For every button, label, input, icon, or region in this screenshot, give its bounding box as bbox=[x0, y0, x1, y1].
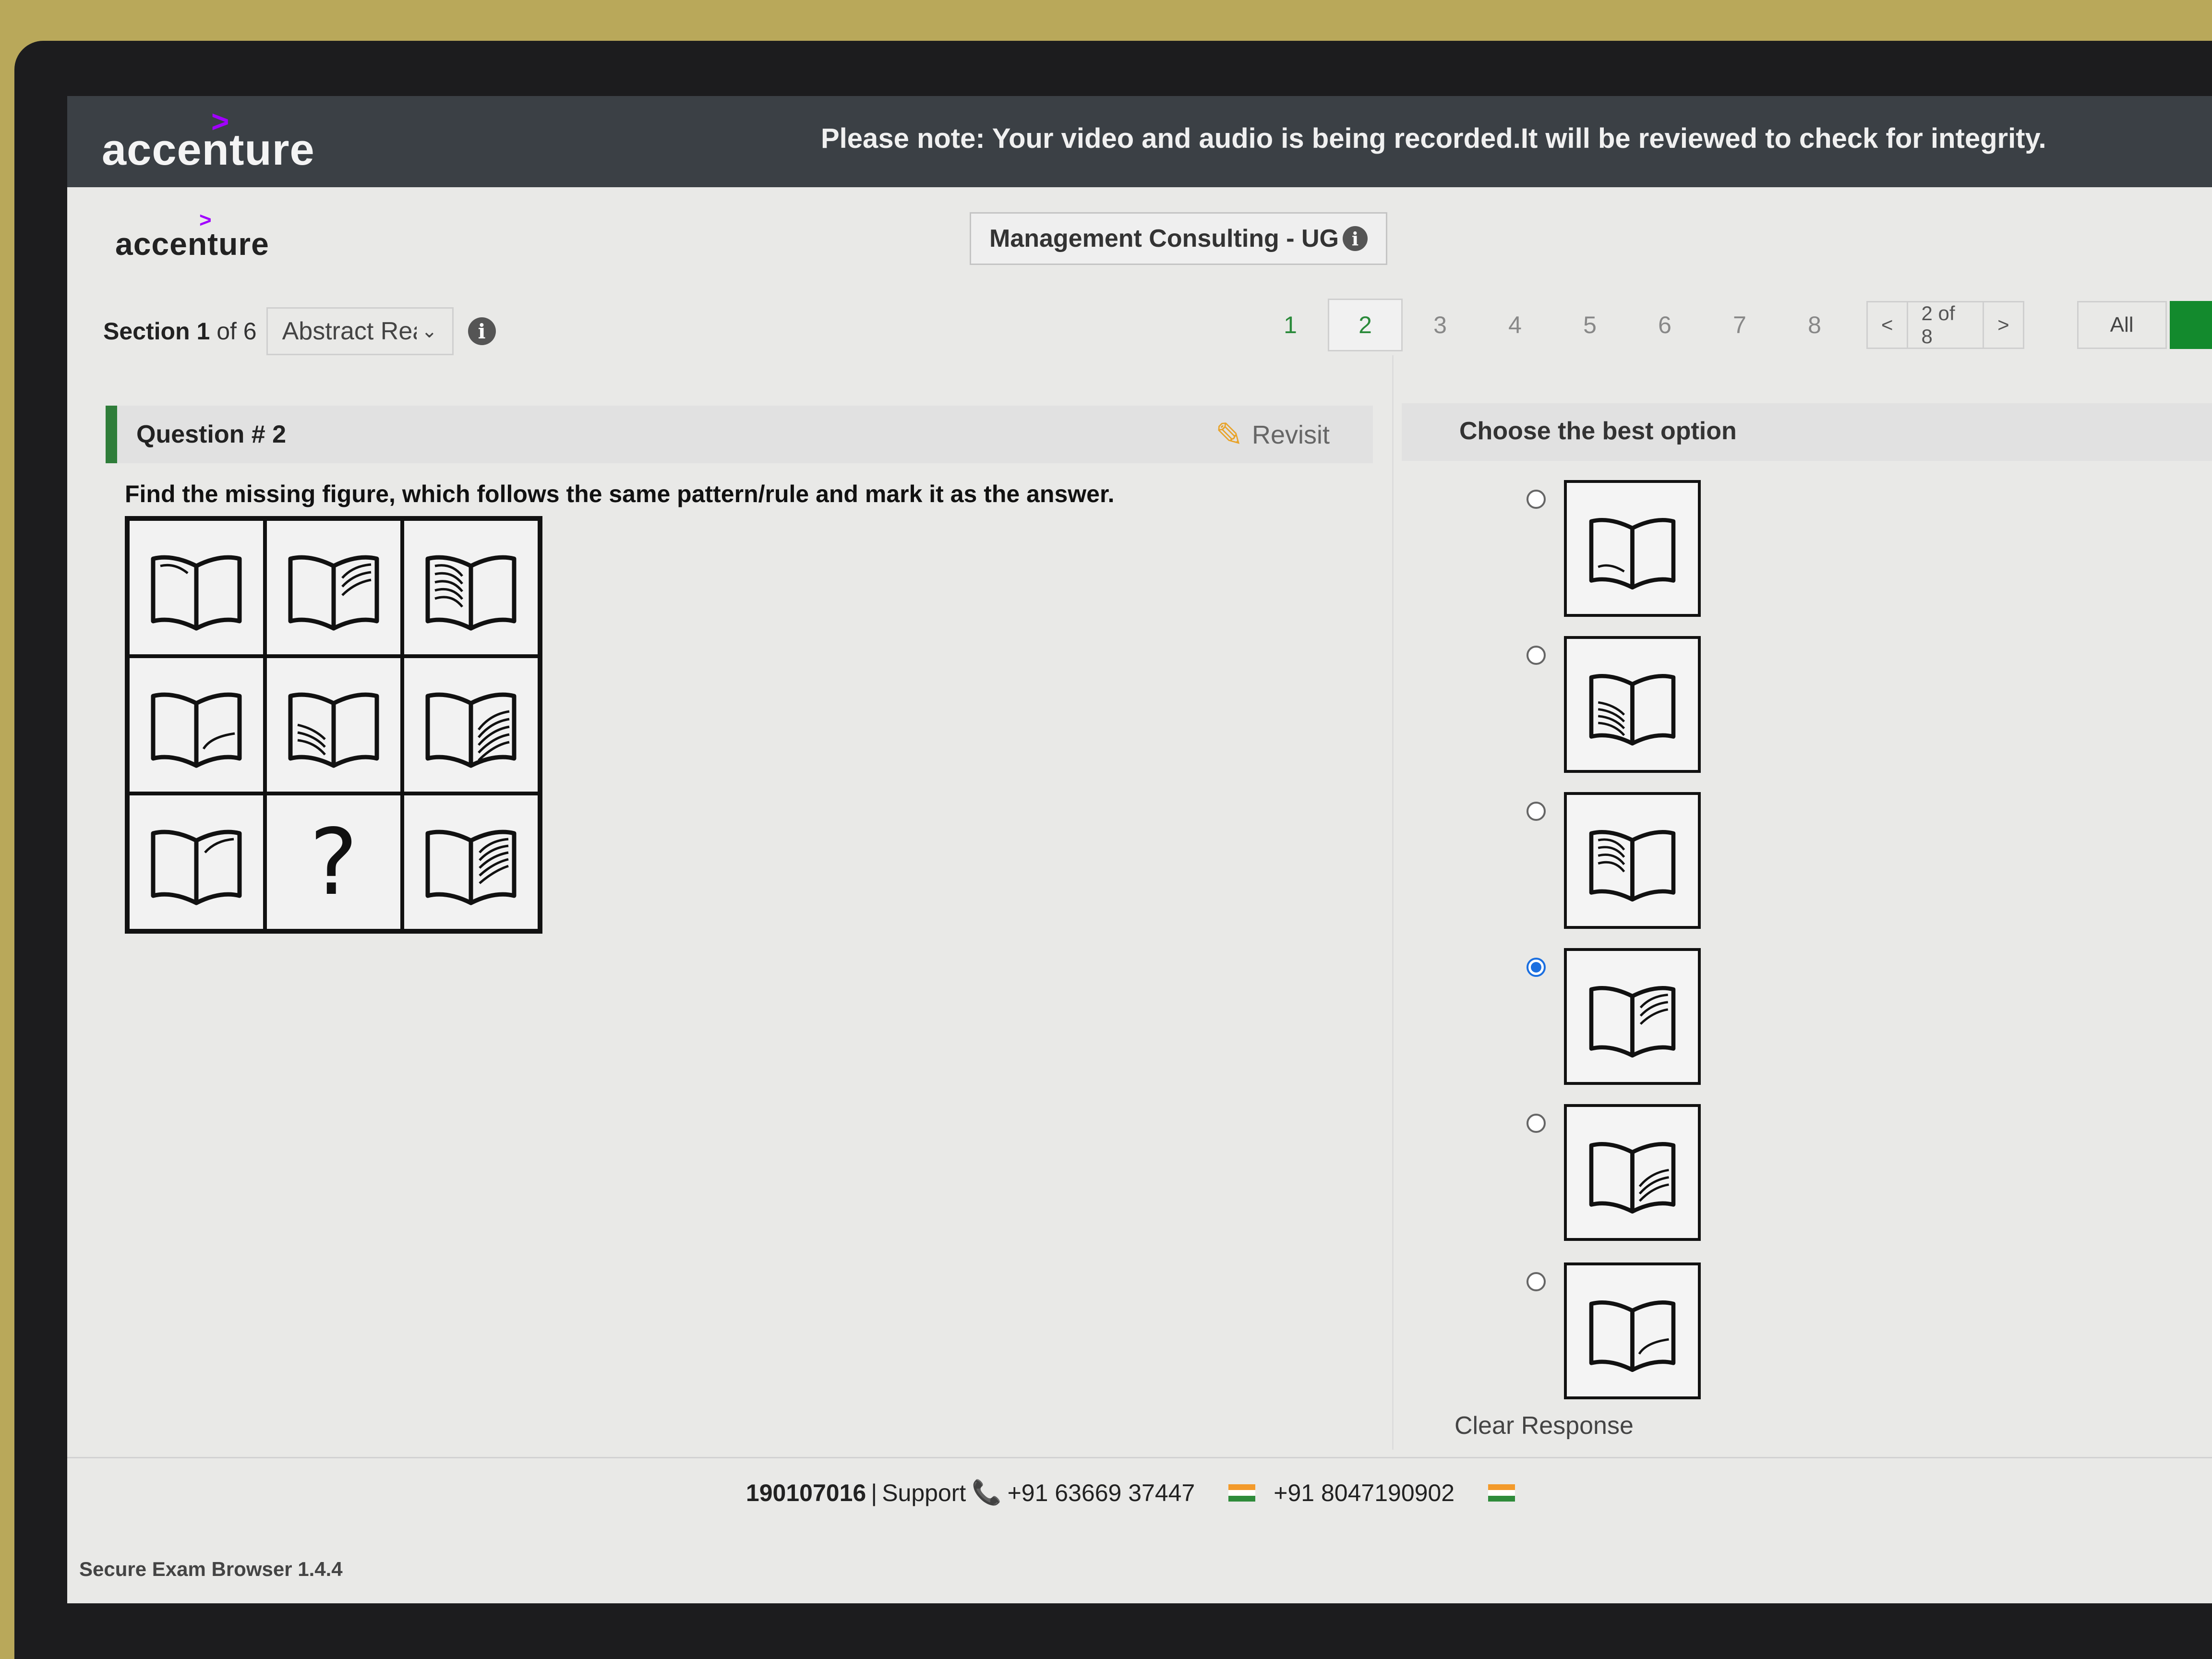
option-5[interactable] bbox=[1527, 1104, 1701, 1241]
exam-title: Management Consulting - UG bbox=[989, 225, 1339, 252]
option-figure[interactable] bbox=[1564, 1104, 1701, 1241]
exam-title-box: Management Consulting - UG i bbox=[970, 212, 1387, 265]
puzzle-cell-4 bbox=[128, 656, 265, 793]
puzzle-cell-missing: ? bbox=[265, 793, 402, 931]
revisit-label: Revisit bbox=[1251, 421, 1330, 449]
india-flag-icon bbox=[1228, 1484, 1256, 1502]
missing-figure-mark: ? bbox=[309, 809, 358, 915]
book-figure bbox=[1581, 503, 1684, 594]
logo-chevron-icon: > bbox=[211, 104, 230, 139]
question-header: Question # 2 ✎ Revisit bbox=[106, 406, 1373, 463]
section-selector-row: Section 1 of 6 Abstract Rea ⌄ i bbox=[103, 305, 496, 358]
support-phone-2: +91 8047190902 bbox=[1274, 1479, 1455, 1506]
option-radio[interactable] bbox=[1527, 646, 1546, 665]
info-icon[interactable]: i bbox=[1343, 226, 1368, 251]
book-figure bbox=[1581, 659, 1684, 750]
question-title: Question # 2 bbox=[136, 421, 287, 448]
revisit-icon: ✎ bbox=[1215, 416, 1243, 454]
question-number-1[interactable]: 1 bbox=[1253, 299, 1328, 351]
option-1[interactable] bbox=[1527, 480, 1701, 617]
book-figure bbox=[1581, 815, 1684, 906]
question-number-7[interactable]: 7 bbox=[1702, 299, 1777, 351]
chevron-down-icon: ⌄ bbox=[421, 321, 438, 342]
book-figure bbox=[1581, 1286, 1684, 1377]
footer-divider bbox=[67, 1457, 2212, 1458]
question-number-2[interactable]: 2 bbox=[1328, 299, 1403, 351]
book-figure bbox=[1581, 971, 1684, 1062]
book-figure bbox=[1581, 1127, 1684, 1218]
question-navigator: 12345678 < 2 of 8 > All bbox=[1253, 299, 2212, 351]
option-figure[interactable] bbox=[1564, 636, 1701, 773]
puzzle-cell-3 bbox=[402, 519, 540, 656]
option-2[interactable] bbox=[1527, 636, 1701, 773]
puzzle-cell-2 bbox=[265, 519, 402, 656]
question-position: 2 of 8 bbox=[1906, 302, 1984, 348]
status-tab[interactable] bbox=[2169, 301, 2212, 349]
clear-response-button[interactable]: Clear Response bbox=[1455, 1411, 1634, 1440]
puzzle-grid: ? bbox=[125, 516, 542, 934]
logo-chevron-icon: > bbox=[199, 208, 212, 232]
book-figure bbox=[141, 814, 252, 910]
puzzle-cell-6 bbox=[402, 656, 540, 793]
recording-banner: accenture > Please note: Your video and a… bbox=[67, 96, 2212, 187]
candidate-id: 190107016 bbox=[745, 1479, 866, 1506]
support-footer: 190107016 | Support 📞 +91 63669 37447 +9… bbox=[67, 1479, 2212, 1507]
options-header: Choose the best option bbox=[1402, 403, 2212, 461]
option-4[interactable] bbox=[1527, 948, 1701, 1085]
book-figure bbox=[141, 540, 252, 636]
book-figure bbox=[416, 814, 526, 910]
question-text: Find the missing figure, which follows t… bbox=[125, 481, 1115, 507]
india-flag-icon bbox=[1488, 1484, 1515, 1502]
section-dropdown-value: Abstract Rea bbox=[282, 317, 417, 345]
option-figure[interactable] bbox=[1564, 1262, 1701, 1399]
section-label: Section 1 of 6 bbox=[103, 318, 257, 345]
accenture-logo: accenture > bbox=[115, 208, 269, 262]
option-figure[interactable] bbox=[1564, 792, 1701, 929]
book-figure bbox=[278, 677, 389, 773]
support-phone-1: +91 63669 37447 bbox=[1007, 1479, 1195, 1506]
prev-question-button[interactable]: < bbox=[1868, 302, 1907, 348]
option-radio[interactable] bbox=[1527, 1114, 1546, 1133]
question-number-8[interactable]: 8 bbox=[1777, 299, 1852, 351]
option-radio-selected[interactable] bbox=[1527, 958, 1546, 977]
next-question-button[interactable]: > bbox=[1984, 302, 2023, 348]
accenture-logo-top: accenture > bbox=[102, 104, 315, 174]
browser-version: Secure Exam Browser 1.4.4 bbox=[79, 1558, 343, 1580]
option-radio[interactable] bbox=[1527, 490, 1546, 509]
option-figure[interactable] bbox=[1564, 480, 1701, 617]
revisit-button[interactable]: ✎ Revisit bbox=[1215, 415, 1330, 455]
book-figure bbox=[278, 540, 389, 636]
all-questions-button[interactable]: All bbox=[2077, 301, 2167, 349]
question-number-3[interactable]: 3 bbox=[1403, 299, 1478, 351]
puzzle-cell-1 bbox=[128, 519, 265, 656]
option-figure[interactable] bbox=[1564, 948, 1701, 1085]
puzzle-cell-5 bbox=[265, 656, 402, 793]
phone-icon: 📞 bbox=[972, 1479, 1002, 1506]
panel-divider bbox=[1392, 355, 1394, 1450]
options-title: Choose the best option bbox=[1459, 417, 1737, 445]
question-number-6[interactable]: 6 bbox=[1627, 299, 1702, 351]
option-radio[interactable] bbox=[1527, 802, 1546, 821]
support-label: Support bbox=[882, 1479, 966, 1506]
option-3[interactable] bbox=[1527, 792, 1701, 929]
section-dropdown[interactable]: Abstract Rea ⌄ bbox=[266, 307, 454, 355]
puzzle-cell-7 bbox=[128, 793, 265, 931]
book-figure bbox=[416, 540, 526, 636]
option-6[interactable] bbox=[1527, 1262, 1701, 1399]
question-number-list: 12345678 bbox=[1253, 299, 1852, 351]
question-number-5[interactable]: 5 bbox=[1552, 299, 1627, 351]
section-info-icon[interactable]: i bbox=[468, 317, 496, 345]
option-radio[interactable] bbox=[1527, 1272, 1546, 1291]
puzzle-cell-9 bbox=[402, 793, 540, 931]
exam-screen: accenture > Please note: Your video and a… bbox=[67, 96, 2212, 1603]
book-figure bbox=[416, 677, 526, 773]
recording-notice: Please note: Your video and audio is bei… bbox=[821, 123, 2046, 154]
question-pager: < 2 of 8 > bbox=[1866, 301, 2024, 349]
book-figure bbox=[141, 677, 252, 773]
question-number-4[interactable]: 4 bbox=[1478, 299, 1552, 351]
